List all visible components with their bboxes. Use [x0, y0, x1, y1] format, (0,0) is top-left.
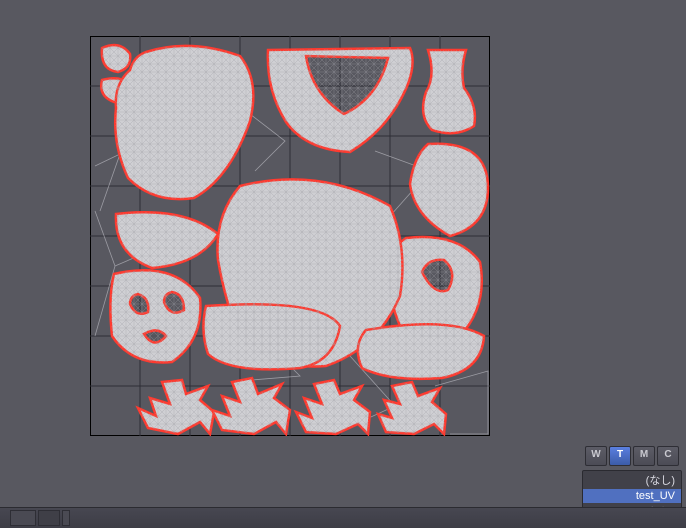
mode-button-T[interactable]: T	[609, 446, 631, 466]
mode-button-M[interactable]: M	[633, 446, 655, 466]
uv-list-item[interactable]: (なし)	[583, 471, 681, 489]
status-segment	[38, 510, 60, 526]
mode-button-C[interactable]: C	[657, 446, 679, 466]
mode-button-row: W T M C	[582, 446, 682, 466]
status-segment	[10, 510, 36, 526]
status-segment	[62, 510, 70, 526]
uv-canvas[interactable]	[90, 36, 490, 436]
uv-editor-viewport: W T M C (なし) test_UV (新規)	[0, 0, 686, 528]
uv-list-item[interactable]: test_UV	[583, 489, 681, 503]
mode-button-W[interactable]: W	[585, 446, 607, 466]
status-bar	[0, 507, 686, 528]
